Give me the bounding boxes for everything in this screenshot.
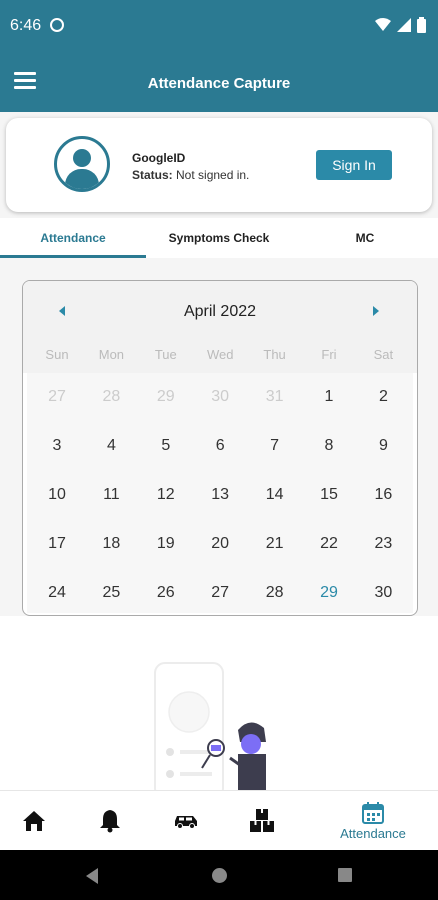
- calendar-day[interactable]: 31: [248, 373, 302, 421]
- status-value: Not signed in.: [176, 168, 250, 182]
- calendar-day[interactable]: 8: [302, 422, 356, 470]
- app-bar: Attendance Capture: [0, 52, 438, 112]
- system-nav-bar: [0, 850, 438, 900]
- sign-in-status: Status: Not signed in.: [132, 168, 249, 182]
- calendar-day[interactable]: 12: [139, 471, 193, 519]
- calendar-day[interactable]: 10: [30, 471, 84, 519]
- nav-attendance-label: Attendance: [340, 825, 406, 841]
- bell-icon: [100, 810, 120, 833]
- page-title: Attendance Capture: [147, 75, 291, 92]
- status-time: 6:46: [10, 17, 42, 34]
- calendar-day[interactable]: 24: [30, 569, 84, 615]
- home-icon: [23, 811, 45, 831]
- calendar-day[interactable]: 22: [302, 520, 356, 568]
- calendar: April 2022 Sun Mon Tue Wed Thu Fri Sat 27 28 29 3…: [22, 280, 418, 616]
- calendar-day[interactable]: 5: [139, 422, 193, 470]
- nav-inventory[interactable]: [228, 791, 296, 851]
- sign-in-button[interactable]: Sign In: [316, 150, 392, 180]
- calendar-grid: 27 28 29 30 31 1 2 3 4 5 6 7 8 9 10 11 12 13 14 15 16 17 18 19 2…: [27, 373, 413, 613]
- nav-vehicle[interactable]: [152, 791, 220, 851]
- attendance-illustration: [154, 662, 266, 790]
- calendar-icon: [362, 801, 384, 824]
- calendar-day[interactable]: 26: [139, 569, 193, 615]
- weekday-label: Tue: [154, 347, 177, 362]
- weekday-label: Wed: [206, 347, 234, 362]
- profile-card: GoogleID Status: Not signed in. Sign In: [6, 118, 432, 212]
- car-icon: [175, 816, 197, 829]
- calendar-day[interactable]: 13: [193, 471, 247, 519]
- weekday-label: Sat: [373, 347, 394, 362]
- back-icon[interactable]: [86, 868, 98, 884]
- weekday-label: Sun: [45, 347, 69, 362]
- calendar-day[interactable]: 15: [302, 471, 356, 519]
- calendar-day[interactable]: 21: [248, 520, 302, 568]
- nav-home[interactable]: [0, 791, 68, 851]
- recents-icon[interactable]: [338, 868, 352, 882]
- calendar-day[interactable]: 11: [84, 471, 138, 519]
- calendar-day[interactable]: 27: [193, 569, 247, 615]
- calendar-day[interactable]: 19: [139, 520, 193, 568]
- bottom-nav: Attendance: [0, 790, 438, 851]
- nav-notifications[interactable]: [76, 791, 144, 851]
- nav-attendance[interactable]: Attendance: [318, 791, 428, 851]
- calendar-day[interactable]: 1: [302, 373, 356, 421]
- tab-bar: Attendance Symptoms Check MC: [0, 218, 438, 258]
- calendar-day[interactable]: 28: [248, 569, 302, 615]
- calendar-day[interactable]: 29: [302, 569, 356, 615]
- battery-icon: [417, 17, 426, 33]
- status-icons: [375, 17, 426, 33]
- calendar-day[interactable]: 30: [193, 373, 247, 421]
- calendar-day[interactable]: 16: [356, 471, 410, 519]
- wifi-icon: [375, 18, 391, 31]
- google-id-label: GoogleID: [132, 151, 186, 165]
- boxes-icon: [250, 809, 274, 832]
- signal-icon: [397, 18, 411, 32]
- tab-mc[interactable]: MC: [292, 218, 438, 258]
- tab-symptoms-check[interactable]: Symptoms Check: [146, 218, 292, 258]
- calendar-day[interactable]: 17: [30, 520, 84, 568]
- calendar-day[interactable]: 18: [84, 520, 138, 568]
- calendar-day[interactable]: 6: [193, 422, 247, 470]
- tab-attendance[interactable]: Attendance: [0, 218, 146, 258]
- calendar-day[interactable]: 4: [84, 422, 138, 470]
- calendar-day[interactable]: 27: [30, 373, 84, 421]
- next-month-icon[interactable]: [373, 306, 379, 316]
- weekday-label: Thu: [263, 347, 286, 362]
- calendar-day[interactable]: 25: [84, 569, 138, 615]
- calendar-day[interactable]: 20: [193, 520, 247, 568]
- calendar-day[interactable]: 9: [356, 422, 410, 470]
- weekday-header: Sun Mon Tue Wed Thu Fri Sat: [23, 343, 417, 373]
- calendar-day[interactable]: 29: [139, 373, 193, 421]
- home-circle-icon[interactable]: [212, 868, 227, 883]
- calendar-day[interactable]: 14: [248, 471, 302, 519]
- calendar-day[interactable]: 23: [356, 520, 410, 568]
- month-label: April 2022: [183, 303, 257, 320]
- calendar-day[interactable]: 7: [248, 422, 302, 470]
- avatar-icon: [54, 136, 110, 192]
- calendar-day[interactable]: 30: [356, 569, 410, 615]
- calendar-day[interactable]: 3: [30, 422, 84, 470]
- calendar-header: April 2022: [23, 281, 417, 343]
- sync-icon: [50, 18, 64, 32]
- weekday-label: Fri: [321, 347, 337, 362]
- calendar-day[interactable]: 2: [356, 373, 410, 421]
- weekday-label: Mon: [98, 347, 125, 362]
- status-bar: 6:46: [0, 0, 438, 52]
- status-label: Status:: [132, 168, 173, 182]
- calendar-day[interactable]: 28: [84, 373, 138, 421]
